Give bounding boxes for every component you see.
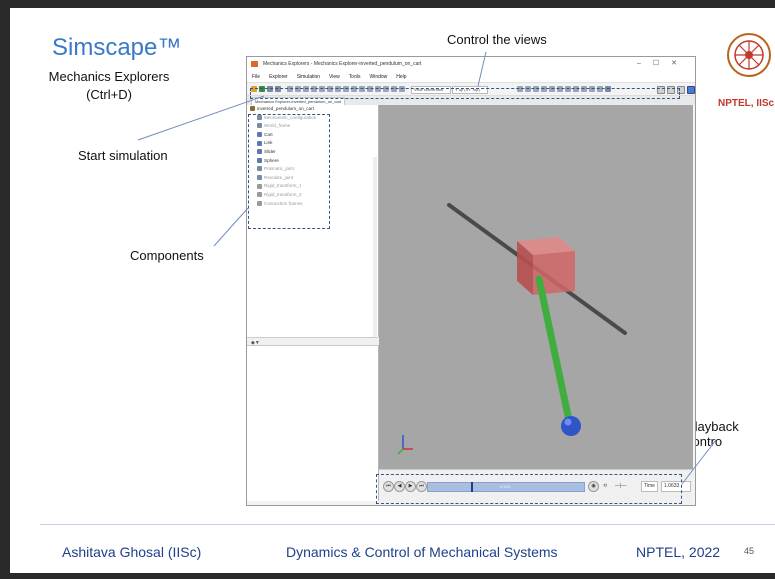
annotation-arrows xyxy=(137,51,717,485)
arrow-control-views xyxy=(477,51,487,87)
arrow-playback xyxy=(681,439,717,485)
slide: Simscape™ Mechanics Explorers (Ctrl+D) N… xyxy=(10,8,775,573)
arrow-components xyxy=(213,207,249,247)
arrow-start-simulation xyxy=(137,95,265,141)
